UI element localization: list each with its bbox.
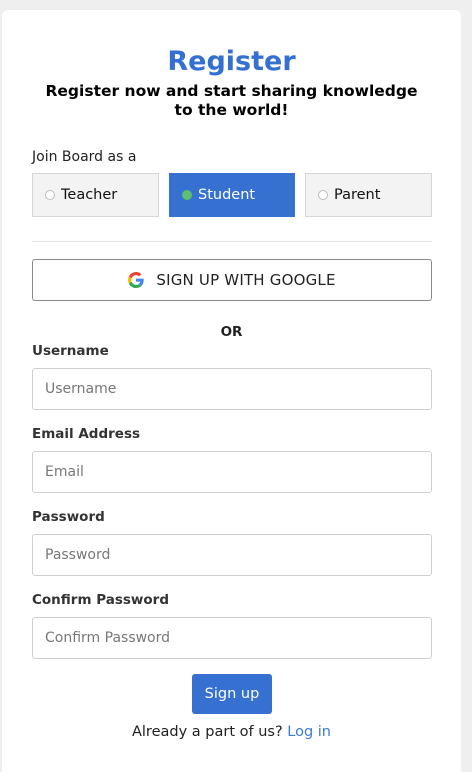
login-prompt: Already a part of us? Log in [2, 724, 461, 740]
password-input[interactable] [32, 534, 432, 576]
google-signup-button[interactable]: SIGN UP WITH GOOGLE [32, 259, 432, 301]
divider [32, 241, 432, 242]
google-icon [128, 272, 145, 288]
role-option-teacher[interactable]: Teacher [32, 173, 159, 217]
or-separator: OR [220, 324, 243, 340]
password-label: Password [32, 509, 105, 525]
role-option-label: Student [198, 187, 256, 203]
signup-button[interactable]: Sign up [192, 674, 272, 714]
role-option-student[interactable]: Student [169, 173, 295, 217]
confirm-password-input[interactable] [32, 617, 432, 659]
email-label: Email Address [32, 426, 141, 442]
radio-icon [45, 190, 55, 200]
google-button-label: SIGN UP WITH GOOGLE [156, 271, 336, 289]
page-subtitle: Register now and start sharing knowledge… [45, 82, 418, 119]
username-input[interactable] [32, 368, 432, 410]
register-card: Register Register now and start sharing … [2, 10, 461, 772]
role-option-parent[interactable]: Parent [305, 173, 432, 217]
radio-selected-icon [182, 190, 192, 200]
email-input[interactable] [32, 451, 432, 493]
role-option-label: Teacher [61, 187, 118, 203]
username-label: Username [32, 343, 109, 359]
role-option-label: Parent [334, 187, 381, 203]
role-select-label: Join Board as a [32, 149, 137, 165]
login-prompt-text: Already a part of us? [131, 724, 283, 740]
radio-icon [318, 190, 328, 200]
login-link[interactable]: Log in [287, 724, 331, 740]
confirm-password-label: Confirm Password [32, 592, 170, 608]
page-title: Register [167, 46, 296, 77]
